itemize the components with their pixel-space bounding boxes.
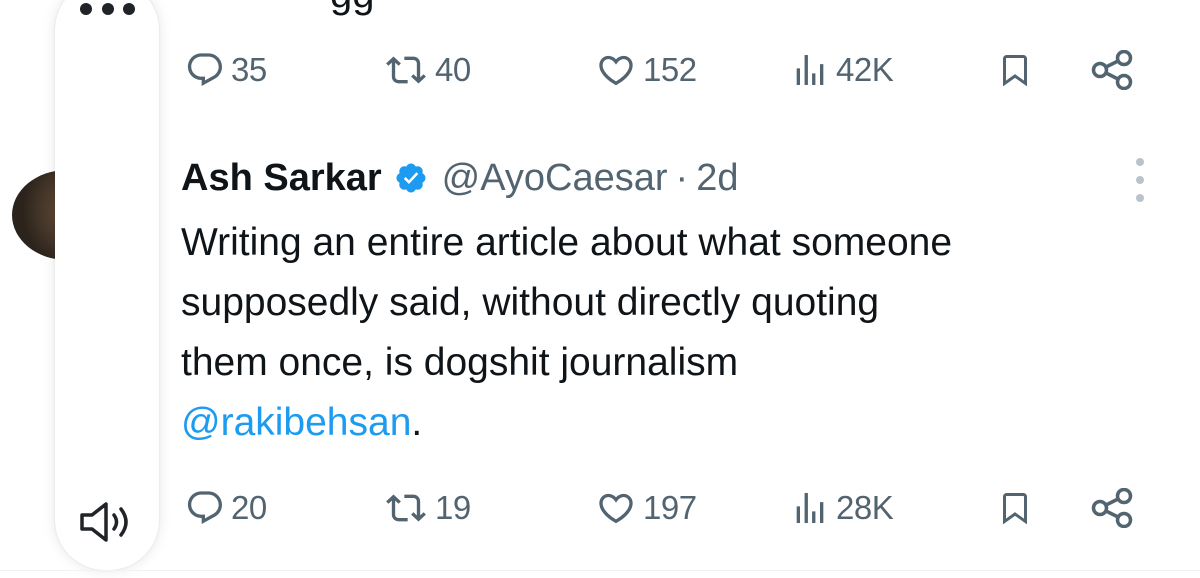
- reply-button[interactable]: 35: [185, 42, 267, 98]
- repost-icon: [383, 488, 429, 528]
- views-button[interactable]: 42K: [790, 42, 894, 98]
- tweet-text-line: @rakibehsan.: [181, 393, 1171, 453]
- like-count: 152: [643, 51, 697, 88]
- speaker-icon[interactable]: [76, 494, 138, 550]
- tweet-header: Ash Sarkar @AyoCaesar · 2d: [181, 150, 738, 206]
- mention-link[interactable]: @rakibehsan: [181, 401, 411, 444]
- views-icon: [790, 50, 830, 90]
- repost-button[interactable]: 40: [383, 42, 471, 98]
- tweet-text: Writing an entire article about what som…: [181, 213, 1171, 453]
- reply-count: 35: [231, 51, 267, 88]
- previous-tweet-text-fragment: gg: [330, 0, 375, 17]
- more-horizontal-icon[interactable]: [80, 3, 135, 15]
- views-count: 28K: [836, 489, 894, 526]
- tweet-text-line: Writing an entire article about what som…: [181, 221, 953, 264]
- divider: [0, 570, 1200, 571]
- previous-tweet-actions: 35 40 152 42K: [185, 42, 1145, 98]
- like-button[interactable]: 152: [595, 42, 697, 98]
- like-icon: [595, 50, 637, 90]
- bookmark-icon: [997, 48, 1033, 92]
- mention-suffix: .: [411, 401, 423, 444]
- repost-icon: [383, 50, 429, 90]
- bookmark-button[interactable]: [997, 480, 1033, 536]
- tweet-text-line: supposedly said, without directly quotin…: [181, 281, 880, 324]
- repost-count: 40: [435, 51, 471, 88]
- views-count: 42K: [836, 51, 894, 88]
- author-name[interactable]: Ash Sarkar: [181, 157, 382, 200]
- reply-count: 20: [231, 489, 267, 526]
- views-button[interactable]: 28K: [790, 480, 894, 536]
- share-button[interactable]: [1091, 42, 1137, 98]
- share-icon: [1091, 488, 1137, 528]
- share-icon: [1091, 50, 1137, 90]
- like-button[interactable]: 197: [595, 480, 697, 536]
- tweet-actions: 20 19 197 28K: [185, 480, 1145, 536]
- share-button[interactable]: [1091, 480, 1137, 536]
- author-handle[interactable]: @AyoCaesar: [442, 157, 668, 200]
- reply-icon: [185, 50, 225, 90]
- like-icon: [595, 488, 637, 528]
- separator: ·: [675, 156, 689, 199]
- floating-side-panel: [55, 0, 159, 570]
- tweet-text-line: them once, is dogshit journalism: [181, 341, 739, 384]
- tweet-timestamp[interactable]: 2d: [696, 157, 738, 200]
- repost-count: 19: [435, 489, 471, 526]
- like-count: 197: [643, 489, 697, 526]
- bookmark-icon: [997, 486, 1033, 530]
- repost-button[interactable]: 19: [383, 480, 471, 536]
- verified-badge-icon[interactable]: [394, 161, 428, 195]
- more-options-icon[interactable]: [1130, 158, 1150, 202]
- reply-button[interactable]: 20: [185, 480, 267, 536]
- views-icon: [790, 488, 830, 528]
- bookmark-button[interactable]: [997, 42, 1033, 98]
- reply-icon: [185, 488, 225, 528]
